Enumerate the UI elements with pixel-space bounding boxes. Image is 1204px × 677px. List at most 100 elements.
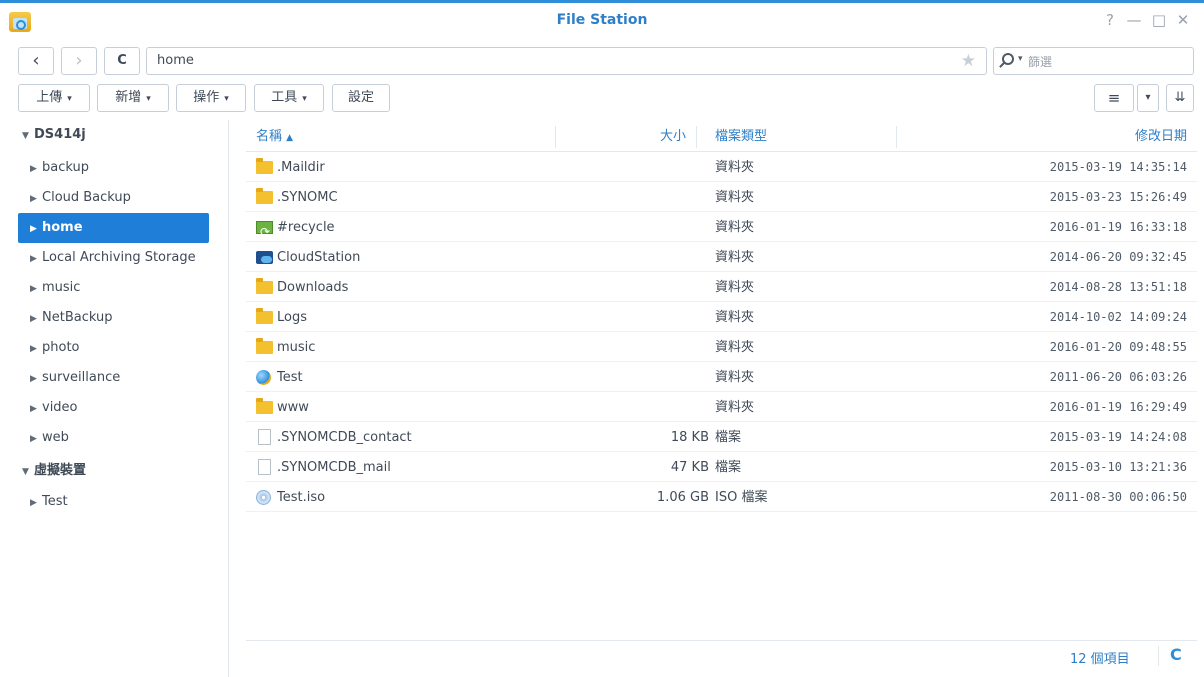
view-mode-dropdown[interactable]: ▾	[1137, 84, 1159, 112]
file-type: 資料夾	[715, 220, 755, 235]
file-modified: 2016-01-20 09:48:55	[1049, 340, 1187, 354]
close-icon[interactable]: ✕	[1172, 11, 1194, 29]
file-row[interactable]: Test 資料夾 2011-06-20 06:03:26	[246, 363, 1197, 392]
sort-ascending-icon: ▲	[286, 133, 294, 143]
tree-item-music[interactable]: ▶ music	[18, 273, 209, 303]
collapsed-triangle-icon[interactable]: ▶	[30, 394, 42, 424]
tree-root-label: 虛擬裝置	[34, 463, 87, 478]
file-station-window: File Station ? — □ ✕ ‹ › C home ★ ▾ 篩選 上…	[0, 0, 1204, 677]
tree-item-label: photo	[42, 340, 80, 355]
search-placeholder: 篩選	[1028, 55, 1053, 69]
tree-item-cloud-backup[interactable]: ▶ Cloud Backup	[18, 183, 209, 213]
help-icon[interactable]: ?	[1099, 11, 1121, 29]
tree-item-home[interactable]: ▶ home	[18, 213, 209, 243]
settings-button[interactable]: 設定	[332, 84, 390, 112]
search-icon[interactable]	[1002, 53, 1014, 65]
path-bar[interactable]: home ★	[146, 47, 987, 75]
tree-item-video[interactable]: ▶ video	[18, 393, 209, 423]
list-view-button[interactable]: ≡	[1094, 84, 1134, 112]
column-header-name[interactable]: 名稱 ▲	[256, 122, 293, 152]
file-modified: 2011-06-20 06:03:26	[1049, 370, 1187, 384]
column-divider[interactable]	[696, 126, 697, 148]
tree-root-virtual-drive[interactable]: ▼ 虛擬裝置	[18, 456, 209, 486]
create-button[interactable]: 新增 ▾	[97, 84, 169, 112]
list-view-icon: ≡	[1107, 89, 1121, 107]
file-modified: 2014-08-28 13:51:18	[1049, 280, 1187, 294]
minimize-icon[interactable]: —	[1123, 11, 1145, 29]
collapsed-triangle-icon[interactable]: ▶	[30, 244, 42, 274]
toolbar: 上傳 ▾ 新增 ▾ 操作 ▾ 工具 ▾ 設定 ≡ ▾ ⇊	[0, 84, 1204, 116]
action-label: 操作	[193, 90, 220, 105]
collapsed-triangle-icon[interactable]: ▶	[30, 304, 42, 334]
collapsed-triangle-icon[interactable]: ▶	[30, 274, 42, 304]
sort-button[interactable]: ⇊	[1166, 84, 1194, 112]
filter-search-box[interactable]: ▾ 篩選	[993, 47, 1194, 75]
column-header-type[interactable]: 檔案類型	[715, 122, 767, 152]
column-header-size[interactable]: 大小	[556, 122, 686, 152]
file-type: 資料夾	[715, 400, 755, 415]
sidebar-divider[interactable]	[228, 120, 229, 677]
collapsed-triangle-icon[interactable]: ▶	[30, 154, 42, 184]
collapsed-triangle-icon[interactable]: ▶	[30, 364, 42, 394]
expanded-triangle-icon[interactable]: ▼	[22, 121, 34, 151]
tree-item-backup[interactable]: ▶ backup	[18, 153, 209, 183]
search-options-caret-icon[interactable]: ▾	[1018, 54, 1023, 64]
tree-root-ds414j[interactable]: ▼ DS414j	[18, 120, 209, 150]
window-title: File Station	[556, 12, 648, 28]
tree-item-local-archiving-storage[interactable]: ▶ Local Archiving Storage	[18, 243, 209, 273]
collapsed-triangle-icon[interactable]: ▶	[30, 334, 42, 364]
tree-item-netbackup[interactable]: ▶ NetBackup	[18, 303, 209, 333]
file-name: Test.iso	[277, 490, 326, 505]
tree-item-surveillance[interactable]: ▶ surveillance	[18, 363, 209, 393]
tree-item-label: video	[42, 400, 78, 415]
file-type: 資料夾	[715, 310, 755, 325]
refresh-button[interactable]: C	[104, 47, 140, 75]
folder-icon	[256, 398, 273, 414]
collapsed-triangle-icon[interactable]: ▶	[30, 488, 42, 518]
folder-icon	[256, 308, 273, 324]
tree-item-label: Cloud Backup	[42, 190, 131, 205]
action-button[interactable]: 操作 ▾	[176, 84, 246, 112]
path-text: home	[157, 53, 194, 68]
file-modified: 2016-01-19 16:33:18	[1049, 220, 1187, 234]
collapsed-triangle-icon[interactable]: ▶	[30, 184, 42, 214]
file-row[interactable]: .SYNOMCDB_mail 47 KB 檔案 2015-03-10 13:21…	[246, 453, 1197, 482]
tree-item-web[interactable]: ▶ web	[18, 423, 209, 453]
file-row[interactable]: Downloads 資料夾 2014-08-28 13:51:18	[246, 273, 1197, 302]
back-button[interactable]: ‹	[18, 47, 54, 75]
file-type: 資料夾	[715, 160, 755, 175]
column-header-modified[interactable]: 修改日期	[1135, 122, 1187, 152]
folder-icon	[256, 338, 273, 354]
expanded-triangle-icon[interactable]: ▼	[22, 457, 34, 487]
tree-item-photo[interactable]: ▶ photo	[18, 333, 209, 363]
column-divider[interactable]	[896, 126, 897, 148]
file-list-header: 名稱 ▲ 大小 檔案類型 修改日期	[246, 122, 1197, 152]
forward-button[interactable]: ›	[61, 47, 97, 75]
file-modified: 2015-03-19 14:24:08	[1049, 430, 1187, 444]
file-row[interactable]: www 資料夾 2016-01-19 16:29:49	[246, 393, 1197, 422]
collapsed-triangle-icon[interactable]: ▶	[30, 424, 42, 454]
file-row[interactable]: .SYNOMC 資料夾 2015-03-23 15:26:49	[246, 183, 1197, 212]
collapsed-triangle-icon[interactable]: ▶	[30, 214, 42, 244]
title-bar: File Station ? — □ ✕	[0, 3, 1204, 41]
tree-item-label: NetBackup	[42, 310, 113, 325]
tools-button[interactable]: 工具 ▾	[254, 84, 324, 112]
folder-icon	[256, 278, 273, 294]
file-row[interactable]: #recycle 資料夾 2016-01-19 16:33:18	[246, 213, 1197, 247]
file-row[interactable]: CloudStation 資料夾 2014-06-20 09:32:45	[246, 243, 1197, 272]
upload-button[interactable]: 上傳 ▾	[18, 84, 90, 112]
file-name: .SYNOMC	[277, 190, 338, 205]
file-size: 47 KB	[670, 460, 709, 475]
file-row[interactable]: Logs 資料夾 2014-10-02 14:09:24	[246, 303, 1197, 332]
file-row[interactable]: .Maildir 資料夾 2015-03-19 14:35:14	[246, 153, 1197, 182]
file-row[interactable]: Test.iso 1.06 GB ISO 檔案 2011-08-30 00:06…	[246, 483, 1197, 512]
maximize-icon[interactable]: □	[1148, 11, 1170, 29]
tools-caret-icon: ▾	[302, 94, 307, 104]
tree-item-test[interactable]: ▶ Test	[18, 487, 209, 517]
file-row[interactable]: .SYNOMCDB_contact 18 KB 檔案 2015-03-19 14…	[246, 423, 1197, 452]
favorite-star-icon[interactable]: ★	[961, 51, 976, 71]
file-row[interactable]: music 資料夾 2016-01-20 09:48:55	[246, 333, 1197, 362]
sidebar-tree: ▼ DS414j ▶ backup ▶ Cloud Backup ▶ home ▶ Loc…	[0, 120, 228, 677]
refresh-icon[interactable]: C	[1170, 645, 1182, 664]
file-size: 18 KB	[670, 430, 709, 445]
